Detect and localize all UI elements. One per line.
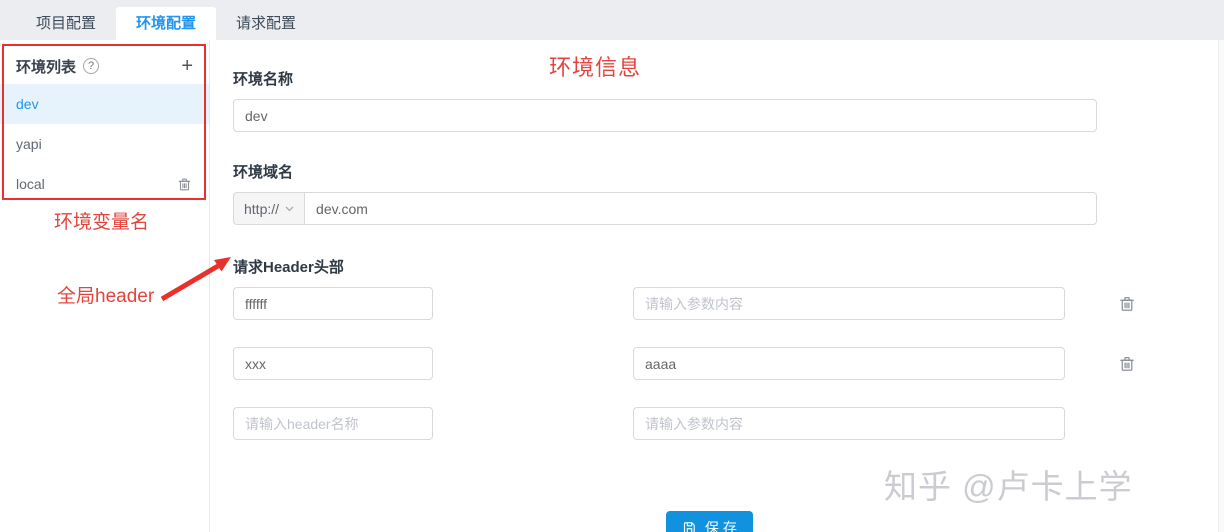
env-name-input[interactable]: [233, 99, 1097, 132]
protocol-select[interactable]: http://: [233, 192, 304, 225]
request-header-section-label: 请求Header头部: [233, 256, 1224, 277]
header-value-input[interactable]: [633, 287, 1065, 320]
environment-config-page: 项目配置 环境配置 请求配置 环境列表 ? + dev yapi local: [0, 0, 1224, 532]
header-name-input[interactable]: [233, 407, 433, 440]
add-environment-icon[interactable]: +: [181, 56, 193, 76]
sidebar-item-dev[interactable]: dev: [0, 84, 209, 124]
environment-form: 环境名称 环境域名 http:// 请求Header头部: [210, 40, 1224, 532]
environment-list-sidebar: 环境列表 ? + dev yapi local: [0, 40, 210, 532]
environment-list-header: 环境列表 ? +: [0, 48, 209, 84]
help-question-icon[interactable]: ?: [83, 58, 99, 74]
environment-list-title: 环境列表 ?: [16, 56, 99, 77]
sidebar-item-label: yapi: [16, 136, 42, 152]
scrollbar[interactable]: [1218, 40, 1224, 532]
config-tabbar: 项目配置 环境配置 请求配置: [0, 0, 1224, 40]
delete-header-row-icon[interactable]: [1117, 294, 1137, 314]
tab-environment-config[interactable]: 环境配置: [116, 7, 216, 40]
sidebar-item-label: dev: [16, 96, 39, 112]
trash-icon: [1117, 354, 1137, 374]
sidebar-item-local[interactable]: local: [0, 164, 209, 204]
tab-project-config[interactable]: 项目配置: [16, 7, 116, 40]
trash-icon: [176, 176, 193, 193]
env-domain-input[interactable]: [304, 192, 1097, 225]
env-name-label: 环境名称: [233, 68, 1224, 89]
header-row: [233, 407, 1224, 440]
save-button-label: 保 存: [705, 518, 737, 532]
header-value-input[interactable]: [633, 347, 1065, 380]
trash-icon: [1117, 294, 1137, 314]
protocol-value: http://: [244, 201, 279, 217]
header-row: [233, 347, 1224, 380]
env-domain-group: http://: [233, 192, 1097, 225]
header-value-input[interactable]: [633, 407, 1065, 440]
environment-list-title-text: 环境列表: [16, 56, 76, 77]
save-button[interactable]: 保 存: [666, 511, 753, 532]
sidebar-item-yapi[interactable]: yapi: [0, 124, 209, 164]
env-domain-label: 环境域名: [233, 161, 1224, 182]
header-row: [233, 287, 1224, 320]
delete-header-row-icon[interactable]: [1117, 354, 1137, 374]
header-name-input[interactable]: [233, 347, 433, 380]
header-name-input[interactable]: [233, 287, 433, 320]
save-icon: [682, 520, 697, 532]
sidebar-item-label: local: [16, 176, 45, 192]
chevron-down-icon: [285, 206, 294, 212]
tab-request-config[interactable]: 请求配置: [216, 7, 316, 40]
delete-environment-icon[interactable]: [176, 176, 193, 193]
